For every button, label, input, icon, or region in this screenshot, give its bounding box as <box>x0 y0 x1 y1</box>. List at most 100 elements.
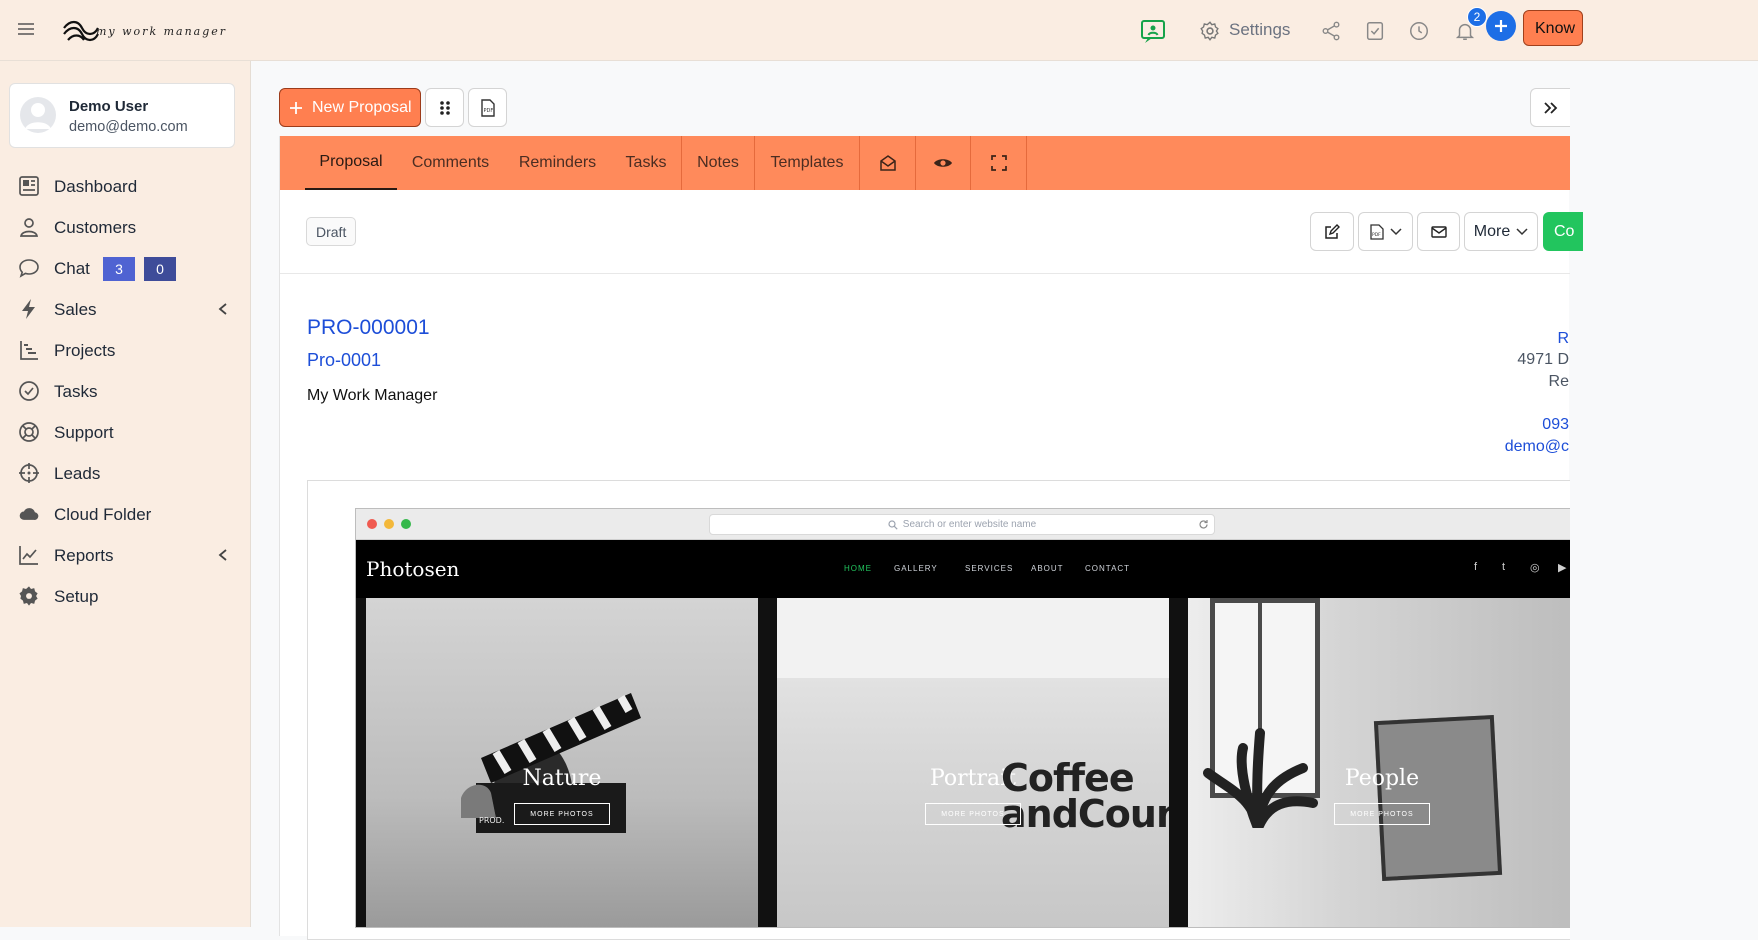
pdf-file-icon: PDF <box>480 98 495 117</box>
settings-label[interactable]: Settings <box>1229 20 1290 40</box>
proposal-card: Proposal Comments Reminders Tasks Notes … <box>279 136 1583 940</box>
avatar <box>20 97 56 133</box>
edit-icon <box>1325 223 1340 239</box>
chat-icon <box>19 259 39 278</box>
recipient-city: Re <box>1548 373 1569 390</box>
proposal-number[interactable]: PRO-000001 <box>307 316 430 340</box>
instagram-icon: ◎ <box>1530 562 1540 574</box>
new-proposal-button[interactable]: New Proposal <box>279 88 421 127</box>
new-proposal-label: New Proposal <box>312 99 412 116</box>
expand-panel-button[interactable] <box>1530 88 1570 127</box>
status-badge: Draft <box>306 217 357 246</box>
chevron-left-icon[interactable] <box>217 302 229 316</box>
svg-text:PDF: PDF <box>1372 232 1381 238</box>
recipient-name[interactable]: R <box>1557 330 1569 348</box>
convert-button[interactable]: Co <box>1543 212 1583 251</box>
more-dropdown-button[interactable]: More <box>1464 212 1538 251</box>
sidebar-item-reports[interactable]: Reports <box>18 542 233 572</box>
facebook-icon: f <box>1474 561 1478 573</box>
tab-email-tracking[interactable] <box>860 136 915 190</box>
edit-button[interactable] <box>1310 212 1354 251</box>
browser-toolbar: Search or enter website name <box>356 509 1570 540</box>
picture-frame <box>1373 714 1503 882</box>
sidebar-item-label: Sales <box>54 300 97 319</box>
sidebar-item-sales[interactable]: Sales <box>18 296 233 326</box>
tab-notes[interactable]: Notes <box>682 136 754 190</box>
notification-count-badge: 2 <box>1467 7 1487 27</box>
chevron-left-icon[interactable] <box>217 548 229 562</box>
sidebar-item-label: Tasks <box>54 382 98 401</box>
pdf-export-button[interactable]: PDF <box>468 88 507 127</box>
tab-tasks[interactable]: Tasks <box>613 136 679 190</box>
photo-label: People <box>1344 766 1420 791</box>
sidebar-item-label: Support <box>54 423 114 442</box>
sidebar-item-label: Cloud Folder <box>54 505 152 524</box>
sidebar-item-leads[interactable]: Leads <box>18 460 233 490</box>
plus-icon <box>1495 20 1507 32</box>
user-profile-card[interactable]: Demo User demo@demo.com <box>9 83 235 148</box>
sidebar-item-support[interactable]: Support <box>18 419 233 449</box>
search-icon <box>888 519 898 530</box>
support-chat-icon[interactable] <box>1140 18 1166 44</box>
sidebar-item-label: Reports <box>54 546 114 565</box>
tab-fullscreen[interactable] <box>971 136 1026 190</box>
site-nav-contact: CONTACT <box>1085 564 1131 573</box>
double-chevron-right-icon <box>1543 101 1557 114</box>
sidebar-item-projects[interactable]: Projects <box>18 337 233 367</box>
sidebar-item-label: Chat <box>54 259 90 278</box>
hamburger-menu-icon[interactable] <box>16 19 36 39</box>
wall-top <box>777 598 1169 678</box>
send-email-button[interactable] <box>1417 212 1460 251</box>
grid-view-button[interactable] <box>425 88 464 127</box>
logo[interactable]: my work manager <box>60 12 235 50</box>
gear-icon <box>19 586 38 606</box>
tab-proposal[interactable]: Proposal <box>305 136 397 190</box>
tab-reminders[interactable]: Reminders <box>505 136 610 190</box>
sidebar-item-dashboard[interactable]: Dashboard <box>18 173 233 203</box>
url-bar: Search or enter website name <box>709 514 1215 535</box>
twitter-icon: t <box>1502 561 1506 573</box>
chevron-down-icon <box>1389 227 1402 235</box>
proposal-content: Search or enter website name Photosen HO… <box>307 480 1570 940</box>
proposal-subject[interactable]: Pro-0001 <box>307 350 381 371</box>
dashboard-icon <box>19 176 39 196</box>
plus-icon <box>290 102 302 114</box>
crosshair-icon <box>19 463 39 483</box>
share-icon[interactable] <box>1318 18 1344 44</box>
sidebar-item-customers[interactable]: Customers <box>18 214 233 244</box>
sidebar-item-label: Dashboard <box>54 177 138 196</box>
tab-comments[interactable]: Comments <box>398 136 503 190</box>
todo-checkbox-icon[interactable] <box>1362 18 1388 44</box>
sidebar-item-tasks[interactable]: Tasks <box>18 378 233 408</box>
recipient-email[interactable]: demo@c <box>1505 438 1569 456</box>
eye-icon <box>934 159 952 167</box>
maximize-dot <box>401 519 411 529</box>
projects-icon <box>20 341 38 360</box>
logo-text: my work manager <box>96 25 227 38</box>
sidebar-item-setup[interactable]: Setup <box>18 583 233 613</box>
tab-templates[interactable]: Templates <box>755 136 859 190</box>
pdf-dropdown-button[interactable]: PDF <box>1358 212 1413 251</box>
photo-card-people: People MORE PHOTOS <box>1188 598 1570 927</box>
clock-icon[interactable] <box>1406 18 1432 44</box>
more-photos-button: MORE PHOTOS <box>514 803 610 825</box>
sidebar-item-label: Customers <box>54 218 137 237</box>
sidebar-item-cloud-folder[interactable]: Cloud Folder <box>18 501 233 531</box>
quick-add-button[interactable] <box>1486 11 1516 41</box>
chevron-down-icon <box>1516 227 1528 235</box>
more-photos-button: MORE PHOTOS <box>1334 803 1430 825</box>
sidebar: Demo User demo@demo.com Dashboard Custom… <box>0 61 251 927</box>
more-photos-button: MORE PHOTOS <box>925 803 1021 825</box>
tab-views[interactable] <box>916 136 970 190</box>
site-header: Photosen HOME GALLERY SERVICES ABOUT CON… <box>356 540 1570 598</box>
cloud-icon <box>19 508 39 520</box>
settings-gear-icon[interactable] <box>1197 18 1223 44</box>
sidebar-item-chat[interactable]: Chat 3 0 <box>18 255 233 285</box>
envelope-icon <box>1430 225 1447 238</box>
coffee-sign-line1: Coffee <box>1001 756 1135 800</box>
know-button[interactable]: Know <box>1523 10 1583 46</box>
site-nav-home: HOME <box>844 564 872 573</box>
user-icon <box>19 218 39 237</box>
user-name: Demo User <box>69 98 149 115</box>
recipient-phone[interactable]: 093 <box>1542 416 1569 434</box>
